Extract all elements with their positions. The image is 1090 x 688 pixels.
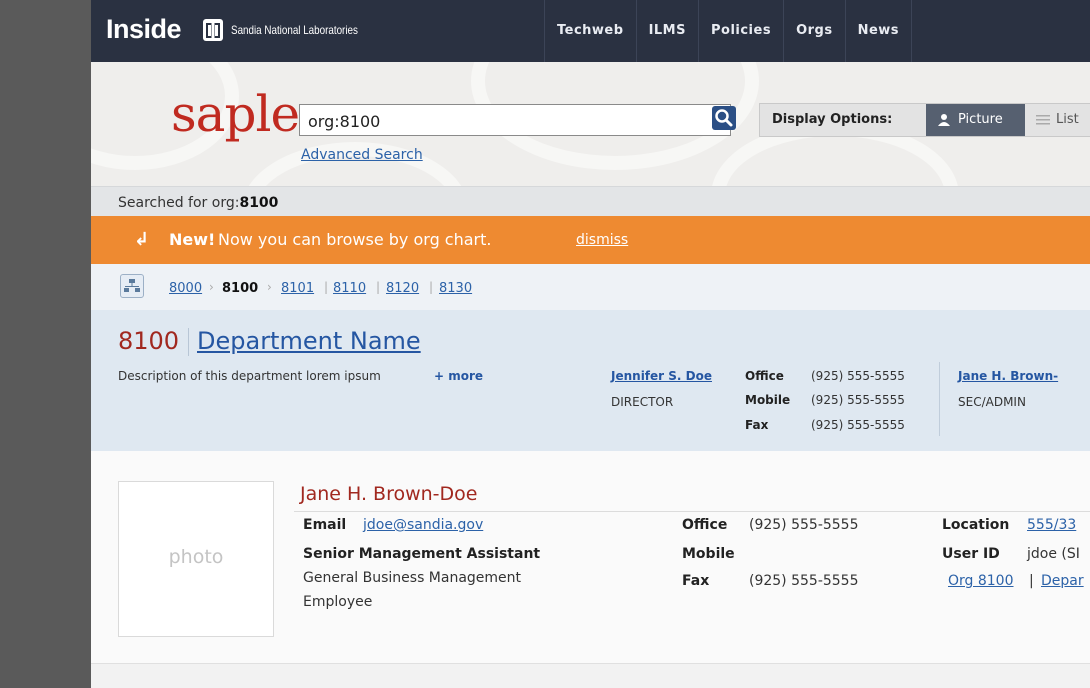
breadcrumb-8101[interactable]: 8101 <box>281 281 314 296</box>
search-field[interactable] <box>299 104 731 137</box>
inside-brand[interactable]: Inside <box>106 14 182 45</box>
org-link[interactable]: Org 8100 <box>948 573 1014 589</box>
department-link[interactable]: Depar <box>1041 573 1084 589</box>
display-option-picture[interactable]: Picture <box>926 104 1025 136</box>
search-button[interactable] <box>712 106 736 130</box>
contact-director-role: DIRECTOR <box>611 395 674 409</box>
search-icon <box>715 109 733 127</box>
display-option-list[interactable]: List <box>1026 104 1090 136</box>
person-employee-type: Employee <box>303 594 373 610</box>
breadcrumb-8110[interactable]: 8110 <box>333 281 366 296</box>
advanced-search-link[interactable]: Advanced Search <box>301 147 423 163</box>
nav-news[interactable]: News <box>844 0 913 62</box>
photo-placeholder-label: photo <box>168 546 224 568</box>
person-icon <box>938 114 950 126</box>
new-feature-banner: ↲ New! Now you can browse by org chart. … <box>91 216 1090 264</box>
searched-for-prefix: Searched for <box>118 195 208 211</box>
director-fax-number: (925) 555-5555 <box>811 418 905 432</box>
breadcrumb-separator: | <box>376 280 381 294</box>
searched-for-text: Searched for org:8100 <box>118 195 278 211</box>
department-header: 8100 Department Name Description of this… <box>91 310 1090 452</box>
director-office-label: Office <box>745 369 784 383</box>
email-label: Email <box>303 517 347 533</box>
breadcrumb-8120[interactable]: 8120 <box>386 281 419 296</box>
banner-new-label: New! <box>169 230 216 249</box>
contact-director-name[interactable]: Jennifer S. Doe <box>611 369 712 383</box>
sandia-logo-icon[interactable] <box>203 19 223 41</box>
department-name-link[interactable]: Department Name <box>197 327 421 355</box>
breadcrumb-8130[interactable]: 8130 <box>439 281 472 296</box>
display-options-label: Display Options: <box>772 112 893 127</box>
director-mobile-phone: (925) 555-5555 <box>811 393 905 407</box>
user-id-label: User ID <box>942 546 1000 562</box>
list-icon <box>1036 115 1050 125</box>
contact-divider <box>939 362 940 436</box>
nav-policies[interactable]: Policies <box>697 0 783 62</box>
banner-message: Now you can browse by org chart. <box>218 230 492 249</box>
breadcrumb-8000[interactable]: 8000 <box>169 281 202 296</box>
left-gray-frame <box>0 0 91 688</box>
contact-secadmin-name[interactable]: Jane H. Brown- <box>958 369 1058 383</box>
director-fax-label: Fax <box>745 418 769 432</box>
location-label: Location <box>942 517 1010 533</box>
display-options-bar: Display Options: Picture List <box>759 103 1090 137</box>
searched-for-bar: Searched for org:8100 <box>91 186 1090 217</box>
divider <box>188 328 189 356</box>
breadcrumb-separator: › <box>209 280 214 294</box>
fax-number: (925) 555-5555 <box>749 573 859 589</box>
banner-dismiss-link[interactable]: dismiss <box>576 232 628 248</box>
person-name[interactable]: Jane H. Brown-Doe <box>300 483 478 505</box>
department-description: Description of this department lorem ips… <box>118 369 381 383</box>
person-photo-placeholder[interactable]: photo <box>118 481 274 637</box>
department-more-link[interactable]: + more <box>434 369 483 383</box>
breadcrumb-separator: | <box>324 280 329 294</box>
return-arrow-icon: ↲ <box>134 229 150 250</box>
saple-logo[interactable]: saple <box>171 85 300 143</box>
search-result-person: photo Jane H. Brown-Doe Email jdoe@sandi… <box>91 451 1090 663</box>
top-navigation-bar: Inside Sandia National Laboratories Tech… <box>91 0 1090 62</box>
org-breadcrumb: 8000 › 8100 › 8101 | 8110 | 8120 | 8130 <box>91 264 1090 311</box>
org-chart-icon[interactable] <box>120 274 144 298</box>
user-id-value: jdoe (SI <box>1027 546 1080 562</box>
person-job-title: Senior Management Assistant <box>303 546 541 562</box>
breadcrumb-8100-current: 8100 <box>222 281 259 296</box>
search-band: saple Advanced Search Display Options: P… <box>91 62 1090 186</box>
person-business-group: General Business Management <box>303 570 522 586</box>
contact-secadmin-role: SEC/ADMIN <box>958 395 1026 409</box>
page: Inside Sandia National Laboratories Tech… <box>91 0 1090 688</box>
location-link[interactable]: 555/33 <box>1027 517 1076 533</box>
office-label: Office <box>682 517 728 533</box>
nav-techweb[interactable]: Techweb <box>544 0 636 62</box>
breadcrumb-separator: › <box>267 280 272 294</box>
email-link[interactable]: jdoe@sandia.gov <box>363 517 483 533</box>
searched-for-value: 8100 <box>239 195 279 211</box>
next-result-strip <box>91 663 1090 688</box>
fax-label: Fax <box>682 573 710 589</box>
nav-ilms[interactable]: ILMS <box>635 0 698 62</box>
main-nav: Techweb ILMS Policies Orgs News <box>544 0 913 62</box>
display-option-list-label: List <box>1056 112 1079 127</box>
breadcrumb-separator: | <box>429 280 434 294</box>
office-phone: (925) 555-5555 <box>749 517 859 533</box>
searched-for-key: org: <box>211 195 240 211</box>
divider <box>294 511 1090 512</box>
search-input[interactable] <box>300 105 716 137</box>
display-option-picture-label: Picture <box>958 112 1003 127</box>
nav-orgs[interactable]: Orgs <box>783 0 845 62</box>
department-number: 8100 <box>118 327 180 355</box>
sandia-org-name[interactable]: Sandia National Laboratories <box>231 23 358 37</box>
director-office-phone: (925) 555-5555 <box>811 369 905 383</box>
link-separator: | <box>1029 573 1034 589</box>
director-mobile-label: Mobile <box>745 393 791 407</box>
mobile-label: Mobile <box>682 546 735 562</box>
